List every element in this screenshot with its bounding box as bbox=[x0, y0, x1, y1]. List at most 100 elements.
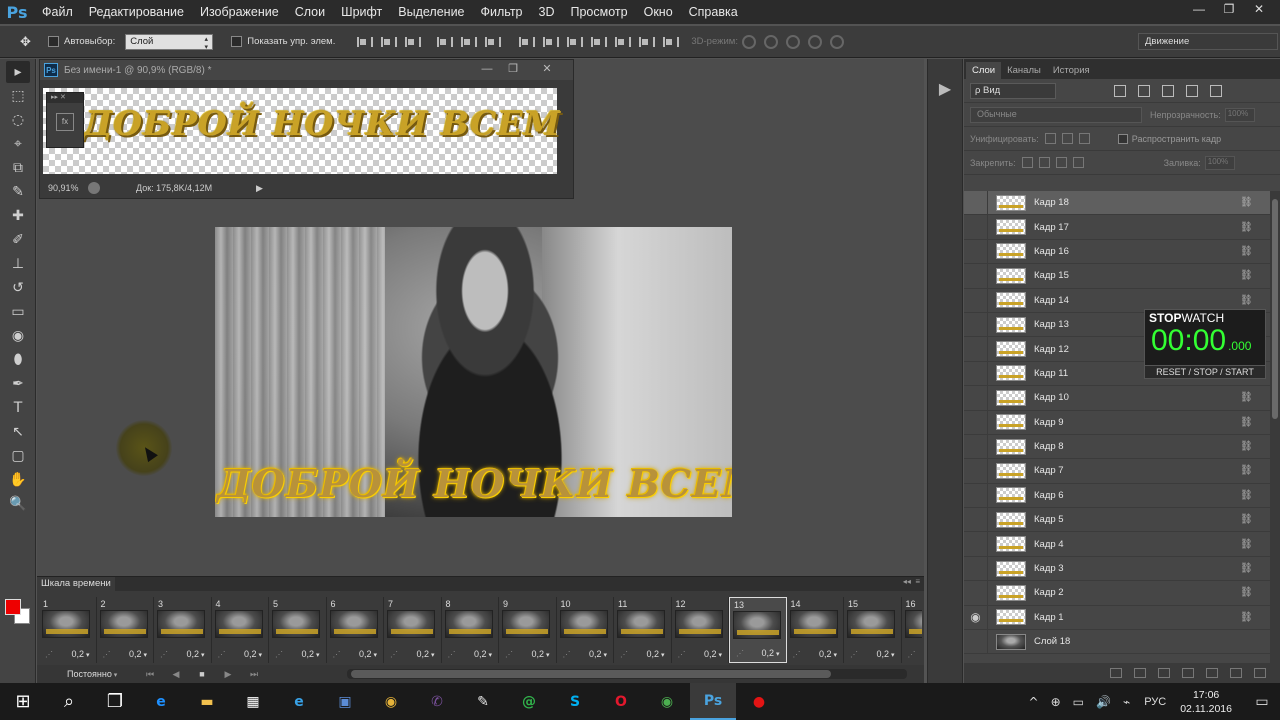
unify-style-icon[interactable] bbox=[1078, 133, 1090, 144]
layer-link-icon[interactable]: ⛓ bbox=[1240, 465, 1256, 476]
filter-type-icon[interactable] bbox=[1162, 84, 1174, 97]
document-minimize-button[interactable]: — bbox=[474, 60, 500, 78]
timeline-frame[interactable]: 16 ⋰ bbox=[902, 597, 922, 663]
propagate-frame[interactable]: Распространить кадр bbox=[1117, 133, 1221, 144]
task-view-icon[interactable]: ❐ bbox=[92, 683, 138, 720]
frame-disposal-icon[interactable]: ⋰ bbox=[218, 650, 226, 659]
layer-row[interactable]: Кадр 17 ⛓ bbox=[964, 215, 1270, 240]
explorer-icon[interactable]: ▬ bbox=[184, 683, 230, 720]
frame-disposal-icon[interactable]: ⋰ bbox=[678, 650, 686, 659]
distribute-hcenter-icon[interactable] bbox=[613, 35, 632, 49]
taskbar-clock[interactable]: 17:06 02.11.2016 bbox=[1180, 688, 1232, 716]
menu-item-0[interactable]: Файл bbox=[34, 0, 81, 24]
roll-3d-icon[interactable] bbox=[763, 34, 778, 49]
frame-disposal-icon[interactable]: ⋰ bbox=[45, 650, 53, 659]
timeline-frame[interactable]: 7 ⋰ 0,2 bbox=[384, 597, 442, 663]
chrome-canary-icon[interactable]: ◉ bbox=[644, 683, 690, 720]
visibility-eye-icon[interactable] bbox=[964, 361, 988, 386]
slide-3d-icon[interactable] bbox=[807, 34, 822, 49]
adjustment-layer-icon[interactable] bbox=[1182, 668, 1194, 678]
search-icon[interactable]: ⌕ bbox=[46, 683, 92, 720]
close-button[interactable]: ✕ bbox=[1244, 0, 1274, 20]
gradient-tool-icon[interactable]: ◉ bbox=[6, 325, 30, 347]
filter-smart-object-icon[interactable] bbox=[1210, 84, 1222, 97]
path-select-tool-icon[interactable]: ↖ bbox=[6, 421, 30, 443]
status-icon[interactable] bbox=[88, 182, 100, 194]
document-close-button[interactable]: ✕ bbox=[534, 60, 560, 78]
menu-item-7[interactable]: 3D bbox=[531, 0, 563, 24]
layer-row[interactable]: Кадр 3 ⛓ bbox=[964, 556, 1270, 582]
rotate-3d-icon[interactable] bbox=[741, 34, 756, 49]
align-right-icon[interactable] bbox=[483, 35, 502, 49]
align-bottom-icon[interactable] bbox=[403, 35, 422, 49]
skype-icon[interactable]: S bbox=[552, 683, 598, 720]
frame-delay-dropdown[interactable]: 0,2 bbox=[302, 649, 320, 659]
timeline-frame[interactable]: 2 ⋰ 0,2 bbox=[97, 597, 154, 663]
auto-align-icon[interactable] bbox=[661, 35, 680, 49]
autoselect-checkbox[interactable] bbox=[48, 36, 59, 47]
move-tool-icon[interactable]: ▸ bbox=[6, 61, 30, 83]
frame-delay-dropdown[interactable]: 0,2 bbox=[187, 649, 205, 659]
frame-delay-dropdown[interactable]: 0,2 bbox=[244, 649, 262, 659]
propagate-frame-checkbox[interactable] bbox=[1117, 133, 1128, 144]
first-frame-button[interactable]: ⏮ bbox=[143, 668, 157, 680]
layer-row[interactable]: Кадр 4 ⛓ bbox=[964, 532, 1270, 557]
align-left-icon[interactable] bbox=[435, 35, 454, 49]
visibility-eye-icon[interactable]: ◉ bbox=[964, 605, 988, 630]
zoom-level[interactable]: 90,91% bbox=[48, 183, 88, 193]
layer-link-icon[interactable]: ⛓ bbox=[1240, 514, 1256, 525]
layer-row[interactable]: ◉ Кадр 1 ⛓ bbox=[964, 605, 1270, 631]
timeline-frame[interactable]: 12 ⋰ 0,2 bbox=[672, 597, 729, 663]
lasso-tool-icon[interactable]: ◌ bbox=[6, 109, 30, 131]
brush-tool-icon[interactable]: ✐ bbox=[6, 229, 30, 251]
stopwatch-controls[interactable]: RESET / STOP / START bbox=[1145, 365, 1265, 378]
layer-mask-icon[interactable] bbox=[1158, 668, 1170, 678]
eraser-tool-icon[interactable]: ▭ bbox=[6, 301, 30, 323]
delete-layer-icon[interactable] bbox=[1254, 668, 1266, 678]
viber-icon[interactable]: ✆ bbox=[414, 683, 460, 720]
autoselect-dropdown[interactable]: Слой bbox=[125, 33, 214, 51]
fill-input[interactable]: 100% bbox=[1204, 155, 1235, 170]
visibility-eye-icon[interactable] bbox=[964, 459, 988, 483]
visibility-eye-icon[interactable] bbox=[964, 337, 988, 362]
zoom-tool-icon[interactable]: 🔍 bbox=[6, 493, 30, 515]
tray-volume-icon[interactable]: 🔊 bbox=[1096, 695, 1111, 709]
timeline-frame[interactable]: 10 ⋰ 0,2 bbox=[557, 597, 614, 663]
move-tool-preset-icon[interactable]: ✥ bbox=[0, 34, 40, 50]
filter-shape-icon[interactable] bbox=[1186, 84, 1198, 97]
ie-icon[interactable]: e bbox=[276, 683, 322, 720]
frame-delay-dropdown[interactable]: 0,2 bbox=[474, 649, 492, 659]
frame-delay-dropdown[interactable]: 0,2 bbox=[704, 649, 722, 659]
play-button[interactable]: ▶ bbox=[221, 668, 235, 680]
menu-item-9[interactable]: Окно bbox=[636, 0, 681, 24]
start-icon[interactable]: ⊞ bbox=[0, 683, 46, 720]
pen-tool-icon[interactable]: ✒ bbox=[6, 373, 30, 395]
foreground-color-swatch[interactable] bbox=[5, 599, 21, 615]
frame-disposal-icon[interactable]: ⋰ bbox=[505, 650, 513, 659]
layer-link-icon[interactable]: ⛓ bbox=[1240, 222, 1256, 233]
layer-link-icon[interactable]: ⛓ bbox=[1240, 417, 1256, 428]
distribute-top-icon[interactable] bbox=[517, 35, 536, 49]
lock-pixels-icon[interactable] bbox=[1038, 157, 1050, 168]
hand-tool-icon[interactable]: ✋ bbox=[6, 469, 30, 491]
minimize-button[interactable]: — bbox=[1184, 0, 1214, 20]
menu-item-2[interactable]: Изображение bbox=[192, 0, 287, 24]
layer-row[interactable]: Кадр 10 ⛓ bbox=[964, 385, 1270, 411]
frame-disposal-icon[interactable]: ⋰ bbox=[103, 650, 111, 659]
scale-3d-icon[interactable] bbox=[829, 34, 844, 49]
visibility-eye-icon[interactable] bbox=[964, 263, 988, 288]
menu-item-8[interactable]: Просмотр bbox=[563, 0, 636, 24]
visibility-eye-icon[interactable] bbox=[964, 507, 988, 532]
marquee-tool-icon[interactable]: ⬚ bbox=[6, 85, 30, 107]
layer-row[interactable]: Кадр 8 ⛓ bbox=[964, 434, 1270, 460]
next-frame-button[interactable]: ⏭ bbox=[247, 668, 261, 680]
document-canvas[interactable]: ДОБРОЙ НОЧКИ ВСЕМ bbox=[43, 88, 560, 174]
timeline-menu-icon[interactable]: ≡ bbox=[915, 577, 920, 591]
frame-delay-dropdown[interactable]: 0,2 bbox=[359, 649, 377, 659]
language-indicator[interactable]: РУС bbox=[1144, 696, 1166, 708]
menu-item-6[interactable]: Фильтр bbox=[473, 0, 531, 24]
frame-disposal-icon[interactable]: ⋰ bbox=[333, 650, 341, 659]
visibility-eye-icon[interactable] bbox=[964, 434, 988, 459]
prev-frame-button[interactable]: ◀ bbox=[169, 668, 183, 680]
main-document-image[interactable]: ДОБРОЙ НОЧКИ ВСЕМ bbox=[215, 227, 732, 517]
